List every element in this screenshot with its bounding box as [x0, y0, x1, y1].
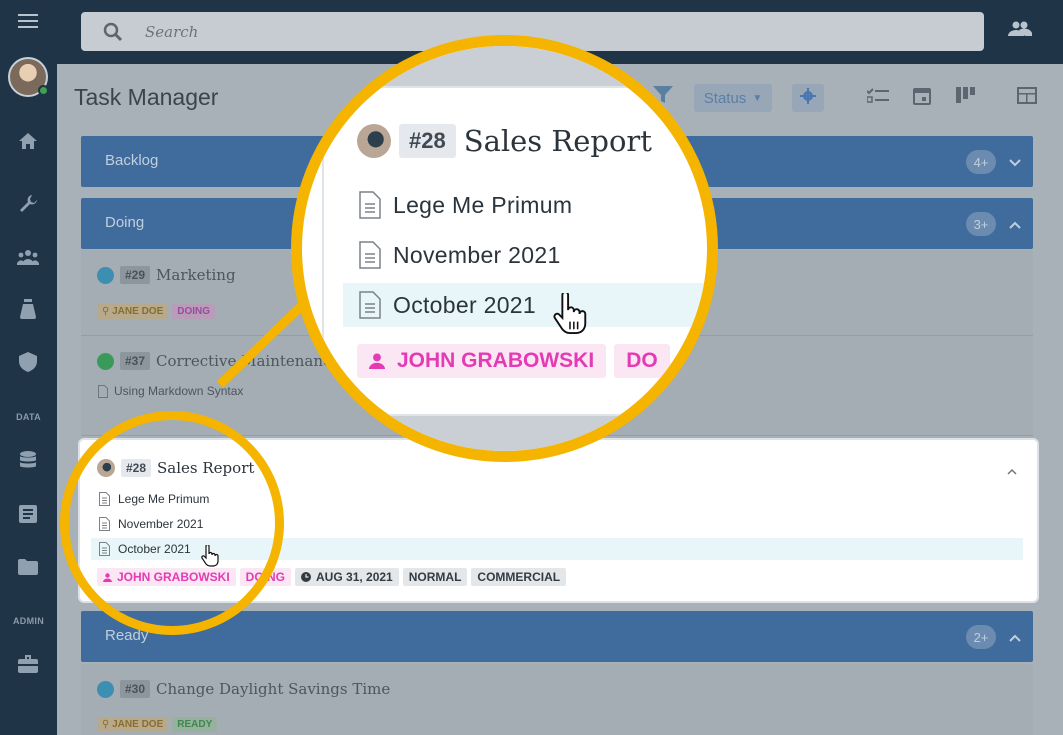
wrench-icon[interactable] — [17, 192, 39, 214]
group-count-badge: 2+ — [966, 625, 996, 649]
home-icon[interactable] — [17, 130, 39, 152]
task-card[interactable]: #30 Change Daylight Savings Time ⚲ JANE … — [81, 664, 1033, 735]
assignee-tag[interactable]: ⚲ JANE DOE — [97, 304, 169, 319]
magnifier-callout: #28 Sales Report Lege Me Primum November… — [291, 35, 718, 462]
group-label: Doing — [105, 214, 145, 231]
task-title[interactable]: Marketing — [156, 266, 236, 284]
chevron-down-icon[interactable] — [1009, 154, 1021, 172]
page-title: Task Manager — [74, 84, 219, 110]
chevron-up-icon[interactable] — [1009, 216, 1021, 234]
assignee-tag[interactable]: ⚲ JANE DOE — [97, 717, 169, 732]
group-label: Backlog — [105, 152, 159, 169]
toolbox-icon[interactable] — [17, 653, 39, 675]
sidebar-section-data: DATA — [16, 412, 41, 422]
assignee-avatar — [97, 266, 114, 284]
assignee-tag-label: JANE DOE — [112, 719, 164, 730]
board-view-icon[interactable] — [956, 87, 978, 110]
file-icon — [98, 384, 108, 398]
magnified-task-id: #28 — [399, 124, 456, 158]
file-icon — [359, 191, 381, 219]
caret-down-icon: ▼ — [752, 92, 763, 104]
team-icon[interactable] — [17, 246, 39, 268]
category-tag[interactable]: COMMERCIAL — [471, 568, 567, 586]
sidebar-section-admin: ADMIN — [13, 616, 44, 626]
database-icon[interactable] — [17, 450, 39, 472]
task-id: #30 — [120, 680, 151, 698]
group-count-badge: 3+ — [966, 212, 996, 236]
due-date-label: AUG 31, 2021 — [316, 570, 393, 584]
flask-icon[interactable] — [17, 298, 39, 320]
menu-icon[interactable] — [17, 10, 39, 32]
chevron-up-icon[interactable] — [1007, 462, 1017, 480]
assignee-avatar — [97, 352, 114, 370]
settings-button[interactable] — [792, 84, 824, 112]
assignee-tag-label: JANE DOE — [112, 306, 164, 317]
task-id: #37 — [120, 352, 151, 370]
magnified-attachment-name: October 2021 — [393, 291, 536, 318]
table-view-icon[interactable] — [1017, 87, 1037, 110]
priority-tag[interactable]: NORMAL — [402, 568, 468, 586]
magnified-task-title: Sales Report — [463, 124, 652, 158]
magnified-assignee-tag: JOHN GRABOWSKI — [357, 344, 607, 378]
magnified-attachment: Lege Me Primum — [343, 183, 707, 227]
magnified-avatar — [357, 124, 391, 158]
sidebar: DATA ADMIN — [0, 0, 57, 735]
person-icon — [369, 353, 385, 369]
task-title[interactable]: Change Daylight Savings Time — [156, 680, 390, 698]
callout-ring — [60, 411, 284, 635]
chevron-up-icon[interactable] — [1009, 629, 1021, 647]
search-icon — [103, 22, 123, 47]
group-count-badge: 4+ — [966, 150, 996, 174]
folder-icon[interactable] — [17, 556, 39, 578]
calendar-view-icon[interactable] — [913, 87, 931, 110]
checklist-view-icon[interactable] — [866, 87, 889, 110]
magnifier-background — [302, 46, 707, 88]
people-icon[interactable] — [1008, 21, 1033, 42]
magnified-attachment-name: Lege Me Primum — [393, 191, 573, 218]
magnified-status-tag: DO — [614, 344, 670, 378]
magnified-attachment-name: November 2021 — [393, 241, 561, 268]
task-id: #29 — [120, 266, 151, 284]
magnified-attachment-hovered: October 2021 — [343, 283, 707, 335]
gear-icon — [800, 88, 816, 108]
status-tag[interactable]: DOING — [172, 304, 216, 319]
document-icon[interactable] — [17, 503, 39, 525]
magnified-attachment: November 2021 — [343, 233, 707, 277]
file-icon — [359, 241, 381, 269]
hand-pointer-icon — [553, 293, 587, 335]
shield-icon[interactable] — [17, 351, 39, 373]
due-date-tag[interactable]: AUG 31, 2021 — [295, 568, 399, 586]
search-input[interactable] — [145, 21, 745, 43]
online-status-indicator — [38, 85, 49, 96]
file-icon — [359, 291, 381, 319]
status-dropdown-label: Status — [703, 89, 747, 107]
magnified-assignee-label: JOHN GRABOWSKI — [397, 349, 595, 372]
assignee-avatar — [97, 680, 114, 698]
clock-icon — [301, 572, 312, 582]
status-tag[interactable]: READY — [172, 717, 218, 732]
